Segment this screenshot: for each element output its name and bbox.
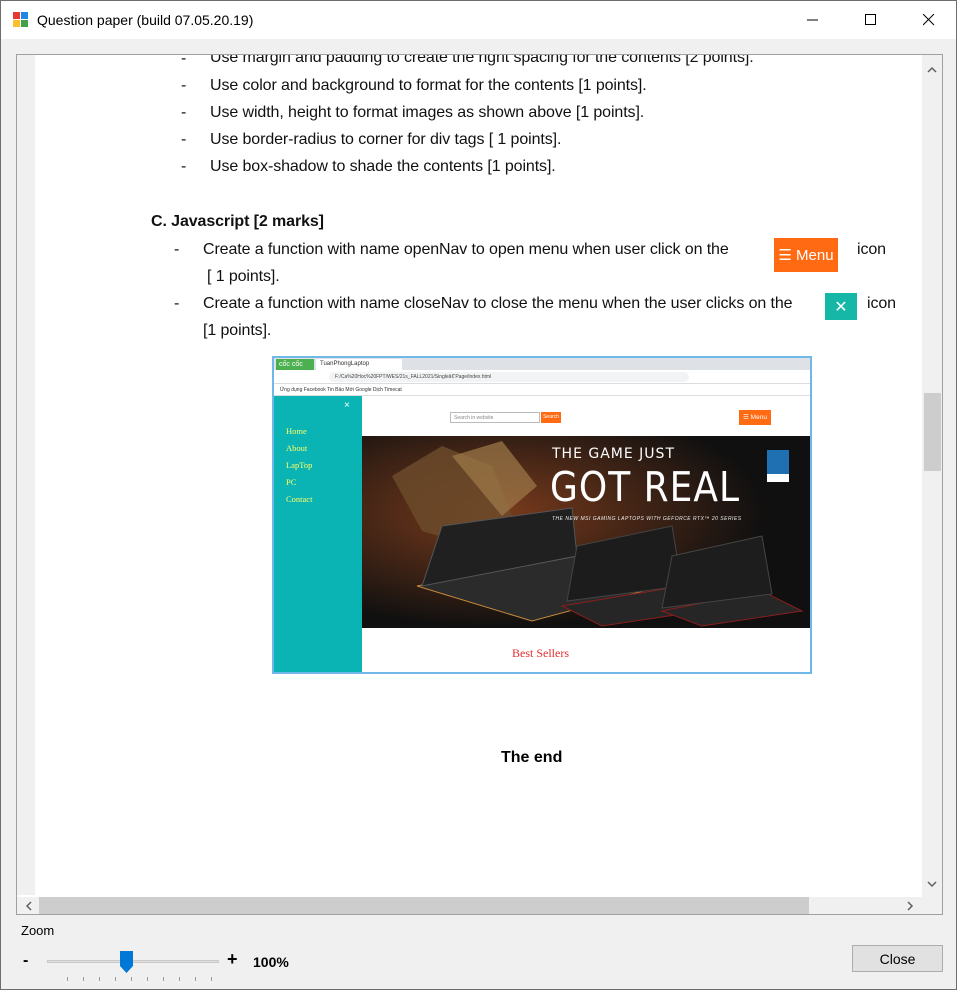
zoom-slider-tick bbox=[83, 977, 84, 981]
bullet-text: Use margin and padding to create the rig… bbox=[210, 54, 754, 66]
the-end-text: The end bbox=[501, 749, 563, 766]
browser-tab-bar: cốc cốc TuanPhongLaptop bbox=[274, 358, 810, 370]
app-icon bbox=[13, 12, 29, 28]
embedded-screenshot: cốc cốc TuanPhongLaptop F:/Ca%20Hoc%20FP… bbox=[272, 356, 812, 674]
zoom-in-button[interactable]: + bbox=[227, 949, 238, 970]
browser-address-bar: F:/Ca%20Hoc%20FPT/WES/21s_FALL2021/Singl… bbox=[274, 370, 810, 384]
zoom-slider-tick bbox=[67, 977, 68, 981]
zoom-slider-tick bbox=[211, 977, 212, 981]
banner-headline-small: THE GAME JUST bbox=[552, 446, 675, 462]
nav-link: Home bbox=[286, 426, 307, 436]
js-item-text: Create a function with name openNav to o… bbox=[203, 241, 729, 258]
chevron-down-icon[interactable] bbox=[922, 875, 942, 893]
close-icon bbox=[923, 14, 935, 26]
chevron-up-icon[interactable] bbox=[922, 61, 942, 79]
chevron-left-icon[interactable] bbox=[20, 897, 38, 915]
bullet-text: Use box-shadow to shade the contents [1 … bbox=[210, 158, 556, 175]
site-main: Search in website Search ☰ Menu THE GAME… bbox=[362, 396, 810, 672]
close-button-sample: ✕ bbox=[825, 293, 857, 320]
zoom-label: Zoom bbox=[21, 923, 55, 938]
nav-link: LapTop bbox=[286, 460, 313, 470]
nav-link: PC bbox=[286, 477, 297, 487]
nav-link: About bbox=[286, 443, 308, 453]
js-item-text: icon bbox=[857, 241, 886, 258]
js-item-text: icon bbox=[867, 295, 896, 312]
zoom-value: 100% bbox=[253, 954, 289, 970]
zoom-slider-tick bbox=[195, 977, 196, 981]
zoom-out-button[interactable]: - bbox=[23, 952, 28, 970]
hero-banner: THE GAME JUST GOT REAL THE NEW MSI GAMIN… bbox=[362, 436, 810, 628]
chevron-right-icon[interactable] bbox=[901, 897, 919, 915]
side-nav: × Home About LapTop PC Contact bbox=[274, 396, 362, 672]
zoom-slider-tick bbox=[131, 977, 132, 981]
side-close-icon: × bbox=[344, 400, 350, 411]
window-title: Question paper (build 07.05.20.19) bbox=[37, 12, 254, 28]
site-search-button: Search bbox=[541, 412, 561, 423]
window-close-button[interactable] bbox=[900, 1, 957, 39]
best-sellers-heading: Best Sellers bbox=[512, 646, 569, 660]
question-paper-window: Question paper (build 07.05.20.19) - Use… bbox=[0, 0, 957, 990]
maximize-button[interactable] bbox=[842, 1, 900, 39]
zoom-slider-tick bbox=[179, 977, 180, 981]
browser-tab: TuanPhongLaptop bbox=[316, 359, 402, 370]
horizontal-scrollbar[interactable] bbox=[17, 897, 922, 915]
bullet-text: Use width, height to format images as sh… bbox=[210, 104, 645, 121]
site-menu-button: ☰ Menu bbox=[739, 410, 771, 425]
banner-headline-large: GOT REAL bbox=[550, 464, 741, 512]
url-text: F:/Ca%20Hoc%20FPT/WES/21s_FALL2021/Singl… bbox=[329, 372, 689, 382]
bullet-text: Use color and background to format for t… bbox=[210, 77, 647, 94]
section-heading: C. Javascript [2 marks] bbox=[151, 213, 324, 230]
viewer-margin bbox=[17, 55, 35, 895]
maximize-icon bbox=[865, 14, 876, 25]
zoom-slider-thumb[interactable] bbox=[120, 951, 134, 973]
document-viewer[interactable]: - Use margin and padding to create the r… bbox=[16, 54, 943, 915]
bullet-text: Use border-radius to corner for div tags… bbox=[210, 131, 562, 148]
menu-button-sample: ☰ Menu bbox=[774, 238, 838, 272]
title-bar: Question paper (build 07.05.20.19) bbox=[1, 1, 956, 39]
scrollbar-corner bbox=[922, 897, 942, 914]
close-icon: ✕ bbox=[834, 298, 848, 316]
horizontal-scroll-thumb[interactable] bbox=[39, 897, 809, 914]
js-item-text: [ 1 points]. bbox=[207, 268, 280, 285]
browser-tab: cốc cốc bbox=[276, 359, 314, 370]
js-item-text: [1 points]. bbox=[203, 322, 272, 339]
zoom-slider-tick bbox=[115, 977, 116, 981]
minimize-icon bbox=[807, 19, 818, 21]
banner-subline: THE NEW MSI GAMING LAPTOPS WITH GEFORCE … bbox=[552, 516, 742, 522]
vertical-scrollbar[interactable] bbox=[922, 55, 942, 897]
minimize-button[interactable] bbox=[784, 1, 842, 39]
bookmark-bar: Ứng dụng Facebook Tin Bảo Mới Google Dịc… bbox=[274, 384, 810, 396]
zoom-slider-tick bbox=[163, 977, 164, 981]
vertical-scroll-thumb[interactable] bbox=[924, 393, 941, 471]
js-item-text: Create a function with name closeNav to … bbox=[203, 295, 793, 312]
nav-link: Contact bbox=[286, 494, 313, 504]
site-search-input: Search in website bbox=[450, 412, 540, 423]
zoom-slider-tick bbox=[147, 977, 148, 981]
close-button[interactable]: Close bbox=[852, 945, 943, 972]
zoom-slider-tick bbox=[99, 977, 100, 981]
